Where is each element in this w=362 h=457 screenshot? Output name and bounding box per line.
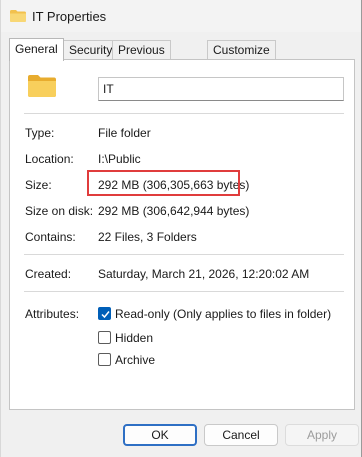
ok-button[interactable]: OK [123,424,197,446]
large-folder-icon [28,75,56,97]
tab-security[interactable]: Security [63,40,119,60]
window-title: IT Properties [32,9,107,24]
location-value: I:\Public [98,152,141,166]
tab-previous-versions[interactable]: Previous Versions [112,40,171,75]
readonly-checkbox-label: Read-only (Only applies to files in fold… [115,307,332,321]
folder-name-input[interactable] [98,77,344,101]
general-tab-panel: Type: File folder Location: I:\Public Si… [9,59,355,410]
archive-checkbox-label: Archive [115,353,156,367]
archive-checkbox[interactable] [98,353,111,366]
type-value: File folder [98,126,151,140]
tab-general[interactable]: General [9,38,64,61]
cancel-button[interactable]: Cancel [204,424,278,446]
separator [24,254,344,255]
separator [24,113,344,114]
size-on-disk-label: Size on disk: [25,204,94,218]
size-label: Size: [25,178,52,192]
hidden-checkbox[interactable] [98,331,111,344]
attributes-label: Attributes: [25,307,80,321]
tab-customize[interactable]: Customize [207,40,276,60]
created-label: Created: [25,267,72,281]
contains-value: 22 Files, 3 Folders [98,230,197,244]
hidden-checkbox-label: Hidden [115,331,154,345]
folder-icon [10,10,26,22]
checkmark-icon [101,311,110,319]
type-label: Type: [25,126,55,140]
size-highlight-box [87,170,240,196]
contains-label: Contains: [25,230,76,244]
separator [24,291,344,292]
location-label: Location: [25,152,74,166]
size-on-disk-value: 292 MB (306,642,944 bytes) [98,204,250,218]
readonly-checkbox[interactable] [98,307,111,320]
title-bar[interactable]: IT Properties [1,0,361,32]
properties-window: IT Properties General Security Previous … [0,0,362,457]
apply-button[interactable]: Apply [285,424,359,446]
created-value: Saturday, March 21, 2026, 12:20:02 AM [98,267,310,281]
